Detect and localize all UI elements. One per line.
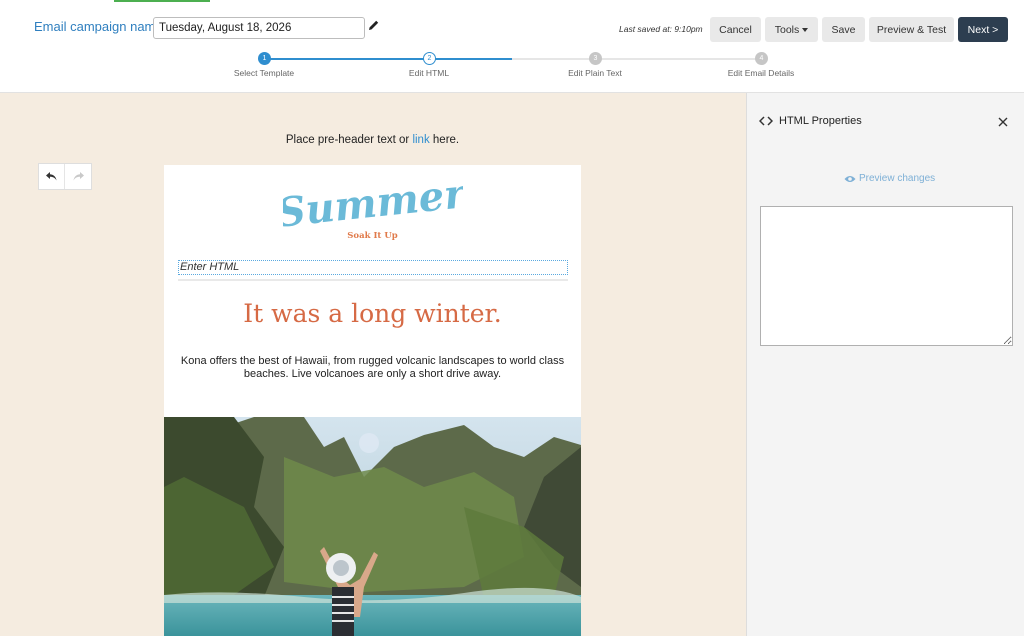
email-body-text[interactable]: Kona offers the best of Hawaii, from rug… (176, 355, 569, 381)
step-4-label[interactable]: Edit Email Details (701, 68, 821, 78)
preview-test-button-label: Preview & Test (876, 23, 947, 36)
stepper-remaining-line (512, 58, 761, 60)
step-3-dot[interactable]: 3 (589, 52, 602, 65)
last-saved-status: Last saved at: 9:10pm (619, 24, 703, 34)
logo-subtitle: Soak It Up (347, 231, 398, 241)
logo-text: Summer (283, 177, 463, 229)
hero-image[interactable] (164, 417, 581, 636)
top-accent-bar (114, 0, 210, 2)
tools-button-label: Tools (774, 23, 800, 36)
summer-logo[interactable]: Summer (283, 177, 463, 229)
code-icon (759, 116, 773, 126)
panel-header: HTML Properties (759, 115, 862, 127)
pencil-icon[interactable] (368, 19, 380, 31)
email-headline[interactable]: It was a long winter. (164, 299, 581, 328)
save-button-label: Save (831, 23, 856, 36)
preheader-text[interactable]: Place pre-header text or link here. (164, 134, 581, 146)
editor-header: Email campaign name: Last saved at: 9:10… (0, 0, 1024, 93)
save-button[interactable]: Save (822, 17, 865, 42)
redo-icon (73, 172, 84, 181)
step-3-label[interactable]: Edit Plain Text (535, 68, 655, 78)
undo-button[interactable] (39, 164, 66, 189)
caret-down-icon (802, 27, 809, 32)
preheader-text-start: Place pre-header text or (285, 134, 413, 146)
cancel-button-label: Cancel (719, 23, 752, 36)
html-properties-panel: HTML Properties Preview changes (746, 93, 1024, 636)
html-block-placeholder[interactable]: Enter HTML (178, 260, 568, 275)
eye-icon (844, 175, 856, 182)
step-2-label[interactable]: Edit HTML (369, 68, 489, 78)
tools-dropdown-button[interactable]: Tools (765, 17, 818, 42)
email-preview: Summer Soak It Up Enter HTML It was a lo… (164, 165, 581, 636)
panel-title: HTML Properties (779, 115, 862, 127)
next-button-label: Next > (967, 23, 999, 36)
close-icon[interactable] (998, 117, 1008, 127)
preheader-text-end: here. (429, 134, 460, 146)
preheader-link[interactable]: link (412, 134, 429, 146)
campaign-name-input[interactable] (153, 17, 365, 39)
campaign-name-label: Email campaign name: (34, 19, 167, 34)
undo-redo-group (38, 163, 92, 190)
step-2-dot[interactable]: 2 (423, 52, 436, 65)
next-button[interactable]: Next > (958, 17, 1008, 42)
undo-icon (46, 172, 57, 181)
step-1-label[interactable]: Select Template (204, 68, 324, 78)
preview-changes-label: Preview changes (859, 173, 936, 184)
preview-changes-link[interactable]: Preview changes (844, 173, 935, 184)
stepper-progress-line (264, 58, 512, 60)
html-block-divider (178, 279, 568, 281)
cancel-button[interactable]: Cancel (710, 17, 761, 42)
html-code-textarea[interactable] (760, 206, 1013, 346)
redo-button[interactable] (65, 164, 91, 189)
email-editor-canvas: Place pre-header text or link here. Summ… (0, 93, 746, 636)
step-4-dot[interactable]: 4 (755, 52, 768, 65)
step-1-dot[interactable]: 1 (258, 52, 271, 65)
preview-test-button[interactable]: Preview & Test (869, 17, 954, 42)
